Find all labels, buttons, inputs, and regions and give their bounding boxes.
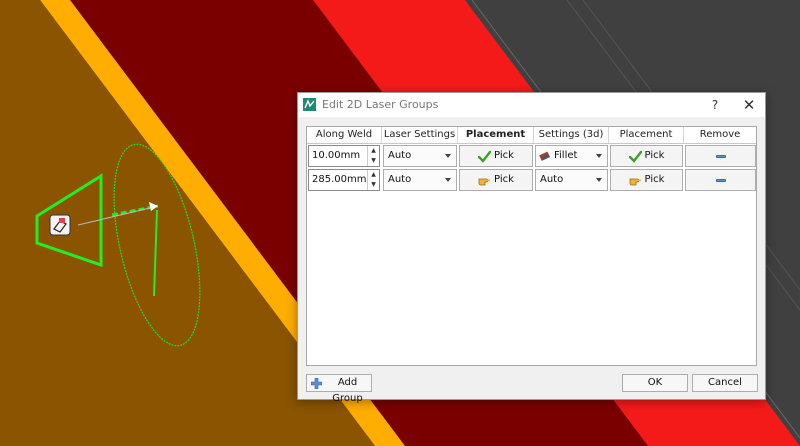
help-button[interactable]: ? xyxy=(705,96,725,114)
placement-label: Pick xyxy=(494,150,514,161)
spin-up-icon[interactable]: ▲ xyxy=(368,170,379,180)
placement-pick-button[interactable]: Pick xyxy=(459,145,533,167)
settings-3d-combo[interactable]: Fillet xyxy=(535,145,608,167)
chevron-down-icon xyxy=(596,178,602,182)
settings-3d-value: Fillet xyxy=(554,150,578,161)
add-group-button[interactable]: Add Group xyxy=(306,374,372,404)
minus-icon xyxy=(715,179,726,182)
cell-laser-settings: Auto xyxy=(382,168,458,192)
laser-settings-combo[interactable]: Auto xyxy=(383,169,457,191)
placement-label: Pick xyxy=(494,174,514,185)
laser-settings-value: Auto xyxy=(388,174,412,185)
cell-placement-3d: Pick xyxy=(609,144,684,168)
table-row: 285.00mm ▲ ▼ Auto Pick Auto Pick xyxy=(307,168,756,192)
table-header: Along Weld Laser Settings Placement Sett… xyxy=(307,127,756,156)
settings-3d-combo[interactable]: Auto xyxy=(535,169,608,191)
spin-down-icon[interactable]: ▼ xyxy=(368,156,379,166)
cell-laser-settings: Auto xyxy=(382,144,458,168)
cell-settings-3d: Fillet xyxy=(534,144,609,168)
along-weld-spinbox[interactable]: 10.00mm ▲ ▼ xyxy=(308,145,380,167)
remove-button[interactable] xyxy=(685,169,756,191)
chevron-down-icon xyxy=(445,178,451,182)
check-icon xyxy=(628,150,642,163)
laser-settings-value: Auto xyxy=(388,150,412,161)
pointing-hand-icon xyxy=(629,178,641,185)
cell-placement: Pick xyxy=(458,144,534,168)
pointing-hand-icon xyxy=(478,178,491,185)
cancel-button[interactable]: Cancel xyxy=(692,374,758,392)
header-settings-3d: Settings (3d) xyxy=(534,127,609,143)
placement-3d-pick-button[interactable]: Pick xyxy=(610,145,683,167)
cell-along-weld: 10.00mm ▲ ▼ xyxy=(307,144,382,168)
laser-settings-combo[interactable]: Auto xyxy=(383,145,457,167)
add-group-label: Add Group xyxy=(332,377,363,404)
cell-remove xyxy=(684,144,756,168)
table-row: 10.00mm ▲ ▼ Auto Pick Fillet Pick xyxy=(307,144,756,168)
header-laser-settings: Laser Settings xyxy=(382,127,458,143)
along-weld-value: 285.00mm xyxy=(312,174,367,185)
cell-placement: Pick xyxy=(458,168,534,192)
laser-groups-table: Along Weld Laser Settings Placement Sett… xyxy=(306,126,757,366)
fillet-icon xyxy=(539,151,550,161)
check-icon xyxy=(478,150,492,163)
ok-button[interactable]: OK xyxy=(622,374,688,392)
cell-settings-3d: Auto xyxy=(534,168,609,192)
chevron-down-icon xyxy=(445,154,451,158)
header-remove: Remove xyxy=(699,129,741,140)
header-along-weld: Along Weld xyxy=(307,127,382,143)
placement-3d-pick-button[interactable]: Pick xyxy=(610,169,683,191)
close-button[interactable]: ✕ xyxy=(739,96,759,114)
along-weld-value: 10.00mm xyxy=(312,150,361,161)
remove-button[interactable] xyxy=(685,145,756,167)
spin-up-icon[interactable]: ▲ xyxy=(368,146,379,156)
cell-remove xyxy=(684,168,756,192)
dialog-titlebar[interactable]: Edit 2D Laser Groups ? ✕ xyxy=(298,93,765,117)
cell-along-weld: 285.00mm ▲ ▼ xyxy=(307,168,382,192)
placement-3d-label: Pick xyxy=(644,174,665,185)
chevron-down-icon xyxy=(596,154,602,158)
placement-pick-button[interactable]: Pick xyxy=(459,169,533,191)
dialog-title: Edit 2D Laser Groups xyxy=(322,98,439,111)
header-placement-3d: Placement (3d) xyxy=(609,127,684,156)
spin-arrows: ▲ ▼ xyxy=(367,146,379,166)
along-weld-spinbox[interactable]: 285.00mm ▲ ▼ xyxy=(308,169,380,191)
plus-icon xyxy=(311,378,322,389)
spin-down-icon[interactable]: ▼ xyxy=(368,180,379,190)
cell-placement-3d: Pick xyxy=(609,168,684,192)
app-icon xyxy=(303,98,316,111)
spin-arrows: ▲ ▼ xyxy=(367,170,379,190)
laser-head-icon xyxy=(49,214,71,236)
settings-3d-value: Auto xyxy=(540,174,564,185)
edit-laser-groups-dialog: Edit 2D Laser Groups ? ✕ Along Weld Lase… xyxy=(297,92,766,404)
header-placement: Placement xyxy=(458,127,534,143)
minus-icon xyxy=(715,155,726,158)
placement-3d-label: Pick xyxy=(644,150,665,161)
